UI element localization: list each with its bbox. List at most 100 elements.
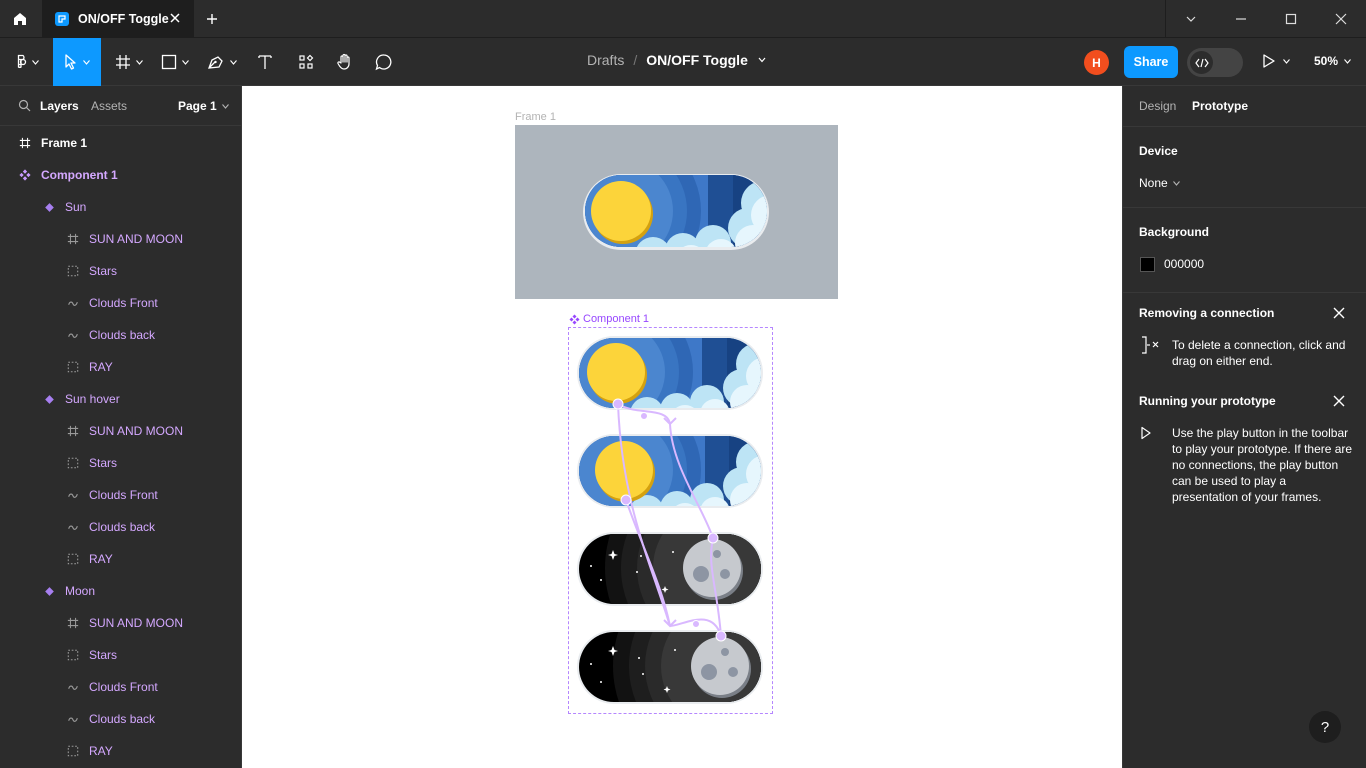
file-tab[interactable]: ON/OFF Toggle	[42, 0, 194, 38]
layers-panel-header: Layers Assets Page 1	[0, 86, 241, 126]
close-window-icon	[1335, 13, 1347, 25]
layer-row[interactable]: RAY	[0, 351, 241, 383]
chevron-down-icon	[221, 103, 229, 109]
resources-icon	[299, 54, 314, 69]
figma-file-icon	[55, 12, 69, 26]
chevron-down-icon	[1172, 180, 1180, 186]
background-color-swatch[interactable]	[1140, 257, 1155, 272]
maximize-button[interactable]	[1266, 0, 1316, 38]
tab-list-button[interactable]	[1166, 0, 1216, 38]
layer-row[interactable]: RAY	[0, 735, 241, 767]
layer-label: Frame 1	[41, 136, 88, 150]
layer-row[interactable]: SUN AND MOON	[0, 607, 241, 639]
layer-row[interactable]: Stars	[0, 255, 241, 287]
breadcrumb-folder[interactable]: Drafts	[587, 52, 624, 68]
vector-icon	[66, 520, 80, 534]
layer-label: SUN AND MOON	[89, 616, 184, 630]
move-tool-button[interactable]	[53, 38, 101, 86]
file-name[interactable]: ON/OFF Toggle	[646, 52, 748, 68]
disconnect-icon	[1142, 336, 1159, 354]
frame-tool-button[interactable]	[110, 38, 148, 86]
comment-tool-button[interactable]	[371, 38, 397, 86]
plus-icon[interactable]	[204, 11, 220, 27]
chevron-down-icon	[83, 59, 90, 65]
resources-button[interactable]	[293, 38, 319, 86]
layer-row[interactable]: Moon	[0, 575, 241, 607]
layer-row[interactable]: Stars	[0, 447, 241, 479]
pen-tool-button[interactable]	[203, 38, 241, 86]
minimize-button[interactable]	[1216, 0, 1266, 38]
layer-row[interactable]: Clouds back	[0, 703, 241, 735]
device-select[interactable]: None	[1139, 176, 1180, 190]
share-button[interactable]: Share	[1124, 46, 1178, 78]
chevron-down-icon[interactable]	[758, 57, 766, 63]
frame-icon	[66, 232, 80, 246]
play-icon	[1263, 54, 1275, 68]
tab-title: ON/OFF Toggle	[78, 12, 169, 26]
code-icon	[1190, 51, 1213, 74]
close-icon[interactable]	[168, 11, 182, 25]
minimize-icon	[1236, 18, 1246, 20]
tab-layers[interactable]: Layers	[40, 99, 79, 113]
present-button[interactable]	[1262, 53, 1290, 69]
text-icon	[258, 55, 272, 69]
canvas[interactable]: Frame 1 Component 1	[242, 86, 1122, 768]
close-icon[interactable]	[1331, 393, 1347, 409]
layer-row[interactable]: Clouds Front	[0, 671, 241, 703]
chevron-down-icon	[136, 59, 143, 65]
layer-row[interactable]: Sun	[0, 191, 241, 223]
layer-row[interactable]: Clouds back	[0, 319, 241, 351]
layer-row[interactable]: Clouds Front	[0, 287, 241, 319]
toolbar: Drafts / ON/OFF Toggle H Share 50%	[0, 38, 1366, 86]
variant-icon	[42, 584, 56, 598]
background-hex-input[interactable]: 000000	[1164, 257, 1204, 271]
hand-tool-button[interactable]	[332, 38, 358, 86]
search-icon[interactable]	[18, 99, 31, 112]
main-menu-button[interactable]	[8, 38, 46, 86]
zoom-menu[interactable]: 50%	[1314, 54, 1351, 68]
vector-icon	[66, 296, 80, 310]
close-icon[interactable]	[1331, 305, 1347, 321]
chevron-down-icon	[1186, 16, 1196, 22]
layer-label: Sun hover	[65, 392, 120, 406]
tab-design[interactable]: Design	[1139, 99, 1176, 113]
rectangle-icon	[161, 54, 177, 70]
layer-label: RAY	[89, 744, 113, 758]
tab-assets[interactable]: Assets	[91, 99, 127, 113]
page-selector[interactable]: Page 1	[178, 99, 229, 113]
layer-row[interactable]: Sun hover	[0, 383, 241, 415]
layer-label: Stars	[89, 456, 118, 470]
divider	[1123, 292, 1366, 293]
dev-mode-toggle[interactable]	[1187, 48, 1243, 77]
variant-icon	[42, 392, 56, 406]
layer-row[interactable]: Clouds back	[0, 511, 241, 543]
shape-tool-button[interactable]	[156, 38, 194, 86]
layer-label: Sun	[65, 200, 87, 214]
layer-row[interactable]: Frame 1	[0, 127, 241, 159]
layer-row[interactable]: Component 1	[0, 159, 241, 191]
divider	[1123, 207, 1366, 208]
layer-row[interactable]: SUN AND MOON	[0, 415, 241, 447]
properties-panel: Design Prototype Device None Background …	[1122, 86, 1366, 768]
avatar[interactable]: H	[1084, 50, 1109, 75]
layer-row[interactable]: RAY	[0, 543, 241, 575]
prototype-connections[interactable]	[242, 86, 1122, 768]
title-bar: ON/OFF Toggle	[0, 0, 1366, 38]
home-icon	[14, 13, 26, 25]
home-button[interactable]	[0, 0, 40, 38]
layer-label: Stars	[89, 264, 118, 278]
layer-row[interactable]: Clouds Front	[0, 479, 241, 511]
layers-panel: Layers Assets Page 1 Frame 1 Component 1 S…	[0, 86, 242, 768]
help-button[interactable]: ?	[1309, 711, 1341, 743]
tab-prototype[interactable]: Prototype	[1192, 99, 1248, 113]
text-tool-button[interactable]	[252, 38, 278, 86]
background-section-title: Background	[1139, 225, 1210, 239]
layer-row[interactable]: SUN AND MOON	[0, 223, 241, 255]
pen-icon	[208, 56, 223, 69]
close-window-button[interactable]	[1316, 0, 1366, 38]
chevron-down-icon	[1283, 58, 1290, 64]
layer-label: RAY	[89, 552, 113, 566]
layer-label: Clouds back	[89, 520, 156, 534]
vector-icon	[66, 328, 80, 342]
layer-row[interactable]: Stars	[0, 639, 241, 671]
